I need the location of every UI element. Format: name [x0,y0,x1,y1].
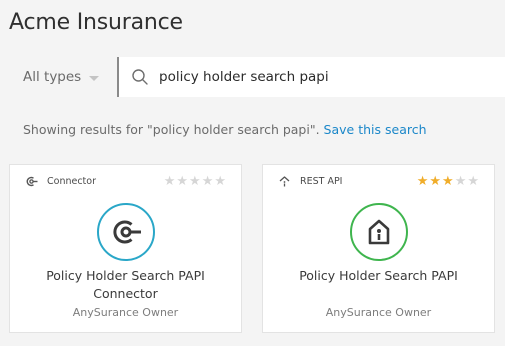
connector-icon [26,176,38,187]
star-icon: ★ [454,174,468,189]
asset-type-label: Connector [47,176,96,187]
asset-logo [350,203,408,261]
star-icon: ★ [163,174,177,189]
type-filter-label: All types [23,69,82,85]
asset-owner: AnySurance Owner [325,306,432,319]
asset-type: REST API [278,175,343,188]
search-icon [132,69,148,85]
star-icon: ★ [416,174,430,189]
rest-api-icon [368,219,390,245]
rest-api-icon [279,176,290,187]
asset-name: Policy Holder Search PAPI Connector [46,268,205,301]
asset-owner: AnySurance Owner [72,306,179,319]
save-search-link[interactable]: Save this search [324,122,427,137]
star-rating: ★★★★★ [164,174,227,189]
asset-card-rest-api[interactable]: REST API ★★★★★ Policy Holder Search PAPI… [262,164,495,333]
star-icon: ★ [467,174,480,189]
star-icon: ★ [201,174,215,189]
star-icon: ★ [214,174,227,189]
search-input[interactable] [159,57,499,97]
page-title: Acme Insurance [9,10,183,35]
asset-type-label: REST API [300,176,343,187]
star-icon: ★ [429,174,443,189]
chevron-down-icon [89,75,100,81]
connector-icon [113,220,141,244]
asset-logo [97,203,155,261]
search-bar: All types [0,57,505,97]
star-rating: ★★★★★ [417,174,480,189]
results-text: Showing results for "policy holder searc… [23,122,324,137]
star-icon: ★ [442,174,455,189]
asset-name: Policy Holder Search PAPI [299,268,458,283]
results-summary: Showing results for "policy holder searc… [23,122,427,137]
star-icon: ★ [176,174,190,189]
asset-card-connector[interactable]: Connector ★★★★★ Policy Holder Search PAP… [9,164,242,333]
star-icon: ★ [189,174,202,189]
type-filter-dropdown[interactable]: All types [23,57,113,97]
search-box [117,57,505,97]
asset-type: Connector [25,175,96,188]
